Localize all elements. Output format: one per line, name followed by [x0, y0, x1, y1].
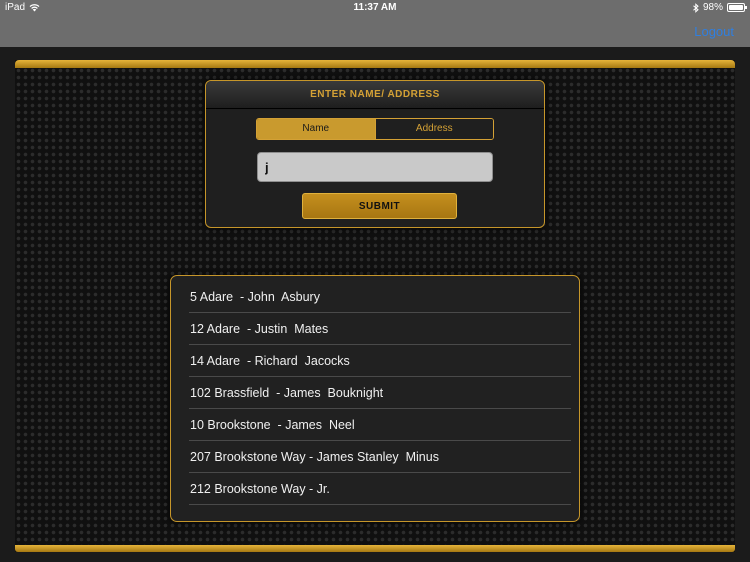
logout-button[interactable]: Logout [694, 24, 734, 39]
gold-strip-top [15, 60, 735, 68]
list-item[interactable]: 10 Brookstone - James Neel [189, 409, 571, 441]
status-bar: iPad 11:37 AM 98% [0, 0, 750, 16]
results-list: 5 Adare - John Asbury 12 Adare - Justin … [189, 281, 571, 505]
submit-button[interactable]: SUBMIT [302, 193, 457, 219]
bluetooth-icon [693, 2, 699, 13]
list-item[interactable]: 102 Brassfield - James Bouknight [189, 377, 571, 409]
list-item[interactable]: 14 Adare - Richard Jacocks [189, 345, 571, 377]
battery-icon [727, 3, 747, 12]
tab-name[interactable]: Name [257, 119, 375, 139]
battery-percent: 98% [702, 2, 723, 13]
search-form-panel: ENTER NAME/ ADDRESS Name Address SUBMIT [205, 80, 545, 228]
status-right: 98% [693, 2, 747, 13]
search-type-segmented-control: Name Address [256, 118, 494, 140]
list-item[interactable]: 212 Brookstone Way - Jr. [189, 473, 571, 505]
form-header: ENTER NAME/ ADDRESS [206, 81, 544, 109]
nav-bar: Logout [0, 16, 750, 47]
battery-fill [729, 5, 743, 10]
results-panel: 5 Adare - John Asbury 12 Adare - Justin … [170, 275, 580, 522]
gold-strip-bottom [15, 545, 735, 552]
list-item[interactable]: 5 Adare - John Asbury [189, 281, 571, 313]
list-item[interactable]: 12 Adare - Justin Mates [189, 313, 571, 345]
search-input[interactable] [257, 152, 493, 182]
list-item[interactable]: 207 Brookstone Way - James Stanley Minus [189, 441, 571, 473]
tab-address[interactable]: Address [374, 119, 493, 139]
status-time: 11:37 AM [353, 2, 397, 13]
